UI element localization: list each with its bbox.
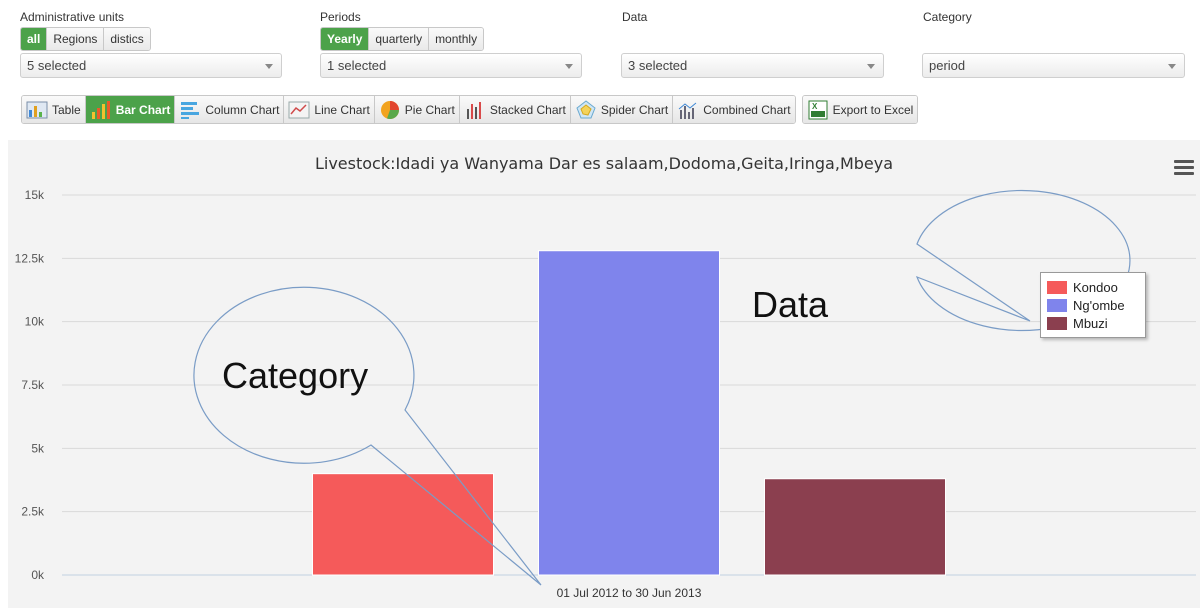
legend-item[interactable]: Mbuzi [1047,314,1139,332]
y-tick-label: 10k [25,315,45,329]
bar [538,250,720,576]
chart-title: Livestock:Idadi ya Wanyama Dar es salaam… [315,154,893,173]
legend-swatch-kondoo [1047,280,1067,294]
legend-item[interactable]: Kondoo [1047,278,1139,296]
x-tick-label: 01 Jul 2012 to 30 Jun 2013 [557,586,702,600]
bar [764,478,946,576]
legend-label: Ng'ombe [1073,297,1125,313]
data-callout-label: Data [752,284,829,325]
y-tick-label: 5k [31,441,45,455]
bar-chart: 0k 2.5k 5k 7.5k 10k 12.5k 15k Livestock:Idadi y… [15,154,1196,600]
y-tick-label: 0k [31,568,45,582]
y-tick-label: 2.5k [21,505,45,519]
legend-item[interactable]: Ng'ombe [1047,296,1139,314]
y-tick-label: 15k [25,188,45,202]
chart-legend: Kondoo Ng'ombe Mbuzi [1040,272,1146,338]
legend-swatch-ngombe [1047,298,1067,312]
legend-label: Kondoo [1073,279,1118,295]
y-tick-label: 7.5k [21,378,45,392]
legend-label: Mbuzi [1073,315,1108,331]
y-tick-label: 12.5k [15,251,45,265]
hamburger-menu-icon[interactable] [1174,160,1194,176]
app-window: Administrative units all Regions distics… [0,0,1201,610]
legend-swatch-mbuzi [1047,316,1067,330]
category-callout-label: Category [222,355,369,396]
